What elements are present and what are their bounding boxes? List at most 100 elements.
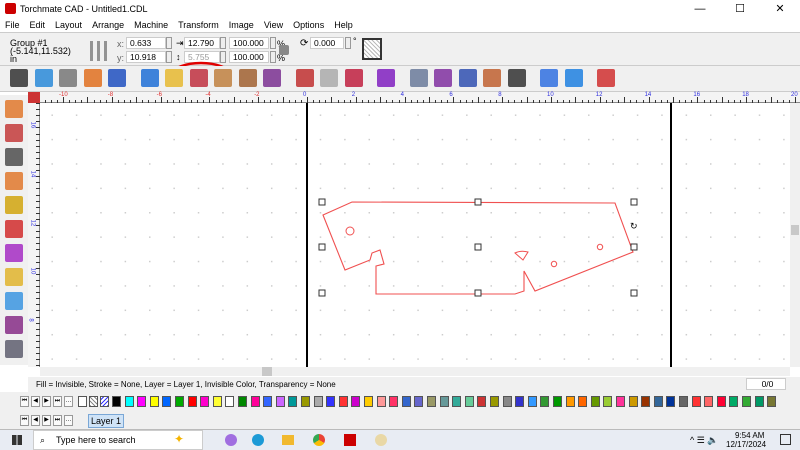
color-swatch[interactable] [149, 396, 159, 407]
scale-y-field[interactable]: 100.000 [229, 51, 269, 63]
selection-handle[interactable] [474, 289, 482, 297]
hole-2[interactable] [596, 243, 604, 251]
y-field[interactable]: 10.918 [126, 51, 166, 63]
pointer-icon[interactable] [5, 100, 23, 118]
notification-icon[interactable] [780, 434, 791, 445]
selection-handle[interactable] [474, 198, 482, 206]
export-icon[interactable] [238, 69, 257, 87]
color-swatch[interactable] [490, 396, 499, 407]
color-swatch[interactable] [553, 396, 562, 407]
color-swatch[interactable] [565, 396, 575, 407]
layer-nav-button[interactable]: … [64, 415, 73, 426]
save-icon[interactable] [189, 69, 208, 87]
color-swatch[interactable] [502, 396, 512, 407]
maximize-button[interactable]: ☐ [720, 0, 760, 18]
hole-4[interactable] [514, 250, 529, 261]
color-swatch[interactable] [200, 396, 210, 407]
paint-icon[interactable] [5, 292, 23, 310]
lead-icon[interactable] [507, 69, 526, 87]
layer-nav-button[interactable]: ⏭ [53, 415, 62, 426]
close-button[interactable]: ✕ [760, 0, 800, 18]
scale-y-spinner[interactable] [270, 51, 276, 63]
layer-nav-button[interactable]: ⏮ [20, 415, 29, 426]
menu-transform[interactable]: Transform [173, 18, 224, 32]
print-preview-icon[interactable] [263, 69, 281, 87]
toolpath-pocket-icon[interactable] [434, 69, 452, 87]
anchor-grid-icon[interactable] [90, 41, 110, 61]
new-icon[interactable] [140, 69, 159, 87]
fill-icon[interactable] [5, 220, 23, 238]
cut-icon[interactable] [597, 69, 615, 87]
color-swatch[interactable] [616, 396, 625, 407]
minimize-button[interactable]: — [680, 0, 720, 18]
color-swatch[interactable] [704, 396, 714, 407]
color-swatch[interactable] [263, 396, 273, 407]
selection-handle[interactable] [318, 243, 326, 251]
node-edit-icon[interactable] [5, 124, 23, 142]
color-swatch[interactable] [590, 396, 600, 407]
toolpath-engrave-icon[interactable] [483, 69, 501, 87]
selection-handle[interactable] [630, 198, 638, 206]
color-swatch[interactable] [754, 396, 764, 407]
color-swatch[interactable] [464, 396, 474, 407]
selection-handle[interactable] [630, 243, 638, 251]
color-swatch[interactable] [716, 396, 726, 407]
color-swatch[interactable] [162, 396, 172, 407]
open-icon[interactable] [165, 69, 183, 87]
file-explorer-icon[interactable] [282, 435, 294, 445]
color-swatch[interactable] [742, 396, 751, 407]
pen-icon[interactable] [5, 268, 23, 286]
toolpath-outline-icon[interactable] [409, 69, 428, 87]
vertical-scrollbar[interactable] [790, 103, 800, 367]
layer-nav-button[interactable]: ▶ [42, 415, 51, 426]
drawing-canvas[interactable]: ↻ [40, 103, 790, 367]
select-node-icon[interactable] [34, 69, 53, 87]
palette-nav-button[interactable]: ▶ [42, 396, 51, 407]
color-swatch[interactable] [427, 396, 436, 407]
move-icon[interactable] [10, 69, 28, 87]
post-icon[interactable] [564, 69, 583, 87]
color-swatch[interactable] [477, 396, 487, 407]
palette-nav-button[interactable]: ◀ [31, 396, 40, 407]
x-field[interactable]: 0.633 [126, 37, 166, 49]
color-swatch[interactable] [225, 396, 235, 407]
color-swatch[interactable] [338, 396, 348, 407]
clock-date[interactable]: 12/17/2024 [726, 440, 766, 449]
weld-icon[interactable] [108, 69, 126, 87]
scroll-thumb[interactable] [262, 367, 272, 376]
color-swatch[interactable] [351, 396, 361, 407]
menu-arrange[interactable]: Arrange [87, 18, 129, 32]
color-swatch[interactable] [628, 396, 638, 407]
tray-icons[interactable]: ^ ☰ 🔈 [690, 435, 719, 446]
start-icon[interactable] [12, 435, 22, 445]
x-spinner[interactable] [166, 37, 172, 49]
taskbar-search[interactable]: ⌕ Type here to search ✦ [33, 430, 203, 450]
mirror-icon[interactable] [83, 69, 102, 87]
width-spinner[interactable] [220, 37, 226, 49]
color-swatch[interactable] [653, 396, 663, 407]
simulate-icon[interactable] [540, 69, 558, 87]
color-swatch[interactable] [124, 396, 134, 407]
color-swatch[interactable] [515, 396, 525, 407]
exit-icon[interactable] [344, 69, 363, 87]
no-fill-swatch[interactable] [78, 396, 87, 407]
palette-nav-button[interactable]: ⏮ [20, 396, 29, 407]
toolpath-drill-icon[interactable] [458, 69, 477, 87]
pattern-swatch[interactable] [89, 396, 98, 407]
copilot-icon[interactable] [225, 434, 237, 446]
color-swatch[interactable] [376, 396, 386, 407]
lock-ratio-icon[interactable] [279, 45, 289, 55]
horizontal-scrollbar[interactable] [40, 367, 790, 376]
pattern-swatch[interactable] [100, 396, 109, 407]
hole-1[interactable] [345, 226, 355, 236]
color-swatch[interactable] [175, 396, 184, 407]
torchmate-icon[interactable] [344, 434, 356, 446]
scale-x-spinner[interactable] [270, 37, 276, 49]
selection-handle[interactable] [474, 243, 482, 251]
menu-layout[interactable]: Layout [50, 18, 87, 32]
color-swatch[interactable] [679, 396, 688, 407]
shape-icon[interactable] [5, 244, 23, 262]
color-swatch[interactable] [212, 396, 222, 407]
color-swatch[interactable] [641, 396, 651, 407]
layer-tab[interactable]: Layer 1 [88, 414, 124, 428]
